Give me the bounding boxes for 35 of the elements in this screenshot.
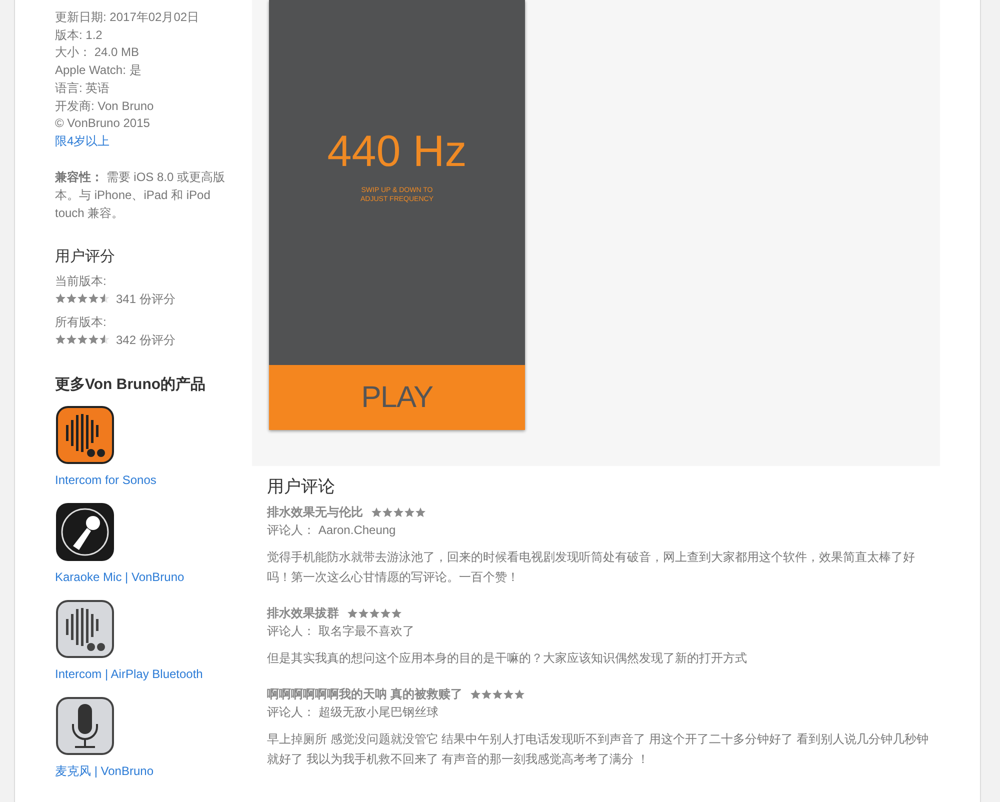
- section-heading: 更多Von Bruno的产品: [55, 374, 207, 395]
- compatibility-text: 兼容性： 需要 iOS 8.0 或更高版本。与 iPhone、iPad 和 iPod touch 兼容。: [55, 168, 226, 222]
- rating-count: 341 份评分: [116, 290, 176, 308]
- review-title: 排水效果无与伦比: [267, 504, 363, 521]
- info-text: 语言: 英语: [55, 80, 111, 97]
- microphone-app-icon[interactable]: [55, 696, 115, 756]
- review-title: 排水效果拔群: [267, 605, 339, 622]
- app-link[interactable]: Intercom for Sonos: [55, 472, 252, 488]
- review-text: 觉得手机能防水就带去游泳池了，回来的时候看电视剧发现听筒处有破音，网上查到大家都用这个软件，效果简直太棒了好吗！第一次这么心甘情愿的写评论。一百个赞！: [267, 549, 916, 586]
- app-link[interactable]: 麦克风 | VonBruno: [55, 762, 252, 779]
- rating-count: 342 份评分: [116, 332, 176, 349]
- review-text: 早上掉厕所 感觉没问题就没管它 结果中午别人打电话发现听不到声音了 用这个开了二十多分钟好了 看到别人说几分钟几秒钟就好了 我以为我手机救不回来了 有声音的那一刻我感觉高考考了满分 ！: [267, 731, 930, 768]
- frequency-display: 440 Hz: [327, 130, 467, 174]
- review-text: 但是其实我真的想问这个应用本身的目的是干嘛的？大家应该知识偶然发现了新的打开方式: [267, 650, 748, 667]
- info-text: Apple Watch: 是: [55, 62, 142, 80]
- info-text: 大小： 24.0 MB: [55, 44, 140, 62]
- review-title: 啊啊啊啊啊啊我的天呐 真的被救赎了: [267, 686, 462, 703]
- app-link[interactable]: Intercom | AirPlay Bluetooth: [55, 666, 252, 682]
- play-button[interactable]: PLAY: [269, 365, 525, 430]
- section-heading: 用户评分: [55, 246, 116, 267]
- app-link[interactable]: Karaoke Mic | VonBruno: [55, 568, 252, 585]
- reviewer-name: 评论人： 超级无敌小尾巴钢丝球: [267, 704, 440, 721]
- rating-label: 当前版本:: [55, 272, 108, 290]
- section-heading: 用户评论: [267, 476, 336, 498]
- info-text: 更新日期: 2017年02月02日: [55, 9, 200, 26]
- reviewer-name: 评论人： Aaron.Cheung: [267, 522, 397, 539]
- speaker-app-icon[interactable]: [55, 404, 115, 465]
- info-text: © VonBruno 2015: [55, 115, 151, 132]
- info-text: 版本: 1.2: [55, 26, 104, 44]
- speaker-app-icon[interactable]: [55, 598, 115, 659]
- reviewer-name: 评论人： 取名字最不喜欢了: [267, 623, 416, 640]
- info-text: 开发商: Von Bruno: [55, 98, 155, 115]
- rating-label: 所有版本:: [55, 314, 108, 331]
- age-rating-link[interactable]: 限4岁以上: [55, 132, 252, 151]
- microphone-app-icon[interactable]: [55, 502, 115, 562]
